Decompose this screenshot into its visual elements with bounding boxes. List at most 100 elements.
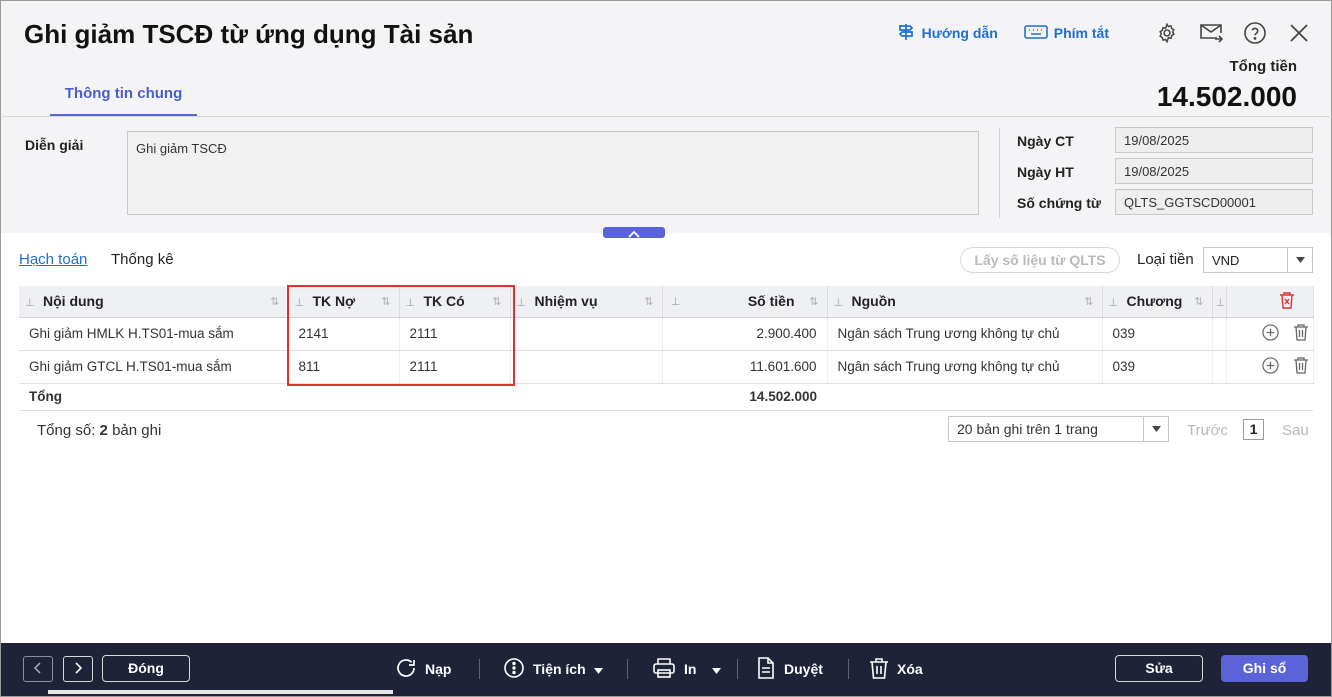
top-toolbar: Hướng dẫn Phím tắt [896,21,1311,45]
trash-icon [869,657,889,682]
total-amount-label: Tổng tiền [1229,58,1298,75]
cell-task[interactable] [510,350,663,384]
table-row[interactable]: Ghi giảm HMLK H.TS01-mua sắm 2141 2111 2… [19,317,1314,351]
column-header-debit[interactable]: ⊥ TK Nợ ⇅ [288,286,400,318]
print-button[interactable]: In [652,655,722,683]
fetch-from-qlts-button[interactable]: Lấy số liệu từ QLTS [960,247,1120,273]
shortcut-link[interactable]: Phím tắt [1023,24,1109,43]
voucher-no-field[interactable]: QLTS_GGTSCD00001 [1115,189,1313,215]
chevron-left-icon [33,661,42,677]
tab-accounting[interactable]: Hạch toán [19,251,87,268]
cell-content[interactable]: Ghi giảm GTCL H.TS01-mua sắm [19,350,289,384]
pin-icon[interactable]: ⊥ [671,295,681,308]
cell-extra [1212,317,1227,351]
horizontal-scrollbar[interactable] [48,690,393,694]
tab-general-info[interactable]: Thông tin chung [50,85,197,117]
printer-icon [652,657,676,682]
column-header-actions [1226,286,1314,318]
cell-debit[interactable]: 2141 [288,317,400,351]
next-page-button[interactable]: Sau [1282,422,1309,439]
edit-button[interactable]: Sửa [1115,655,1203,682]
cell-content[interactable]: Ghi giảm HMLK H.TS01-mua sắm [19,317,289,351]
keyboard-icon [1023,24,1048,43]
collapse-header-button[interactable] [603,227,665,238]
next-record-button[interactable] [63,656,93,682]
column-header-amount[interactable]: ⊥ Số tiền ⇅ [662,286,828,318]
sort-icon[interactable]: ⇅ [1194,295,1203,308]
chevron-down-icon [1143,417,1168,441]
utilities-button[interactable]: Tiện ích [503,655,603,683]
date-ct-label: Ngày CT [1017,133,1074,149]
add-row-icon[interactable] [1261,356,1279,377]
trash-icon[interactable] [1293,356,1309,377]
column-header-credit[interactable]: ⊥ TK Có ⇅ [399,286,511,318]
delete-all-icon[interactable] [1279,291,1295,312]
cell-actions [1226,317,1314,351]
approve-button[interactable]: Duyệt [756,655,823,683]
pin-icon[interactable]: ⊥ [1109,296,1119,309]
bottom-toolbar: Đóng Nạp Tiện ích In Duyệt Xóa Sửa Ghi s… [1,643,1331,696]
pin-icon[interactable]: ⊥ [406,296,416,309]
pin-icon[interactable]: ⊥ [25,296,35,309]
close-button[interactable]: Đóng [102,655,190,682]
mail-send-icon[interactable] [1199,21,1223,45]
record-count: Tổng số: 2 bản ghi [37,422,162,439]
cell-amount[interactable]: 2.900.400 [662,317,828,351]
currency-label: Loại tiền [1137,251,1194,268]
sort-icon[interactable]: ⇅ [381,295,390,308]
cell-credit[interactable]: 2111 [399,350,511,384]
sort-icon[interactable]: ⇅ [644,295,653,308]
pin-icon[interactable]: ⊥ [517,296,527,309]
help-circle-icon[interactable] [1243,21,1267,45]
reload-button[interactable]: Nạp [395,655,451,683]
document-icon [756,656,776,682]
post-button[interactable]: Ghi sổ [1221,655,1308,682]
cell-source[interactable]: Ngân sách Trung ương không tự chủ [827,317,1103,351]
chevron-down-icon [1287,248,1312,272]
delete-button[interactable]: Xóa [869,655,923,683]
close-icon[interactable] [1287,21,1311,45]
trash-icon[interactable] [1293,323,1309,344]
total-row-amount: 14.502.000 [662,383,827,411]
sort-icon[interactable]: ⇅ [270,295,279,308]
cell-credit[interactable]: 2111 [399,317,511,351]
column-header-source[interactable]: ⊥ Nguồn ⇅ [827,286,1103,318]
date-ht-field[interactable]: 19/08/2025 [1115,158,1313,184]
cell-debit[interactable]: 811 [288,350,400,384]
prev-record-button[interactable] [23,656,53,682]
pin-icon[interactable]: ⊥ [834,296,844,309]
accounting-table: ⊥ Nội dung ⇅ ⊥ TK Nợ ⇅ ⊥ TK Có ⇅ ⊥ Nhiệm vụ ⇅ ⊥ S… [19,286,1314,411]
column-header-content[interactable]: ⊥ Nội dung ⇅ [19,286,289,318]
pin-icon[interactable]: ⊥ [295,296,305,309]
cell-task[interactable] [510,317,663,351]
currency-select[interactable]: VND [1203,247,1313,273]
cell-chapter[interactable]: 039 [1102,317,1213,351]
column-header-extra[interactable]: ⊥ [1212,286,1227,318]
date-ct-field[interactable]: 19/08/2025 [1115,127,1313,153]
tab-statistics[interactable]: Thống kê [111,251,174,268]
pin-icon[interactable]: ⊥ [1216,296,1226,309]
add-row-icon[interactable] [1261,323,1279,344]
gear-icon[interactable] [1155,21,1179,45]
column-header-chapter[interactable]: ⊥ Chương ⇅ [1102,286,1213,318]
help-link[interactable]: Hướng dẫn [896,22,998,45]
table-row[interactable]: Ghi giảm GTCL H.TS01-mua sắm 811 2111 11… [19,350,1314,384]
sort-icon[interactable]: ⇅ [1084,295,1093,308]
total-amount-value: 14.502.000 [1156,81,1297,112]
sort-icon[interactable]: ⇅ [492,295,501,308]
page-number[interactable]: 1 [1243,419,1264,440]
prev-page-button[interactable]: Trước [1187,422,1228,439]
cell-chapter[interactable]: 039 [1102,350,1213,384]
cell-source[interactable]: Ngân sách Trung ương không tự chủ [827,350,1103,384]
chevron-up-icon [628,225,640,241]
column-header-task[interactable]: ⊥ Nhiệm vụ ⇅ [510,286,663,318]
description-field[interactable]: Ghi giảm TSCĐ [127,131,979,215]
caret-down-icon [593,661,603,677]
signpost-icon [896,22,916,45]
cell-amount[interactable]: 11.601.600 [662,350,828,384]
tab-divider [2,116,1332,117]
page-title: Ghi giảm TSCĐ từ ứng dụng Tài sản [24,19,474,49]
sort-icon[interactable]: ⇅ [809,295,818,308]
cell-actions [1226,350,1314,384]
page-size-select[interactable]: 20 bản ghi trên 1 trang [948,416,1169,442]
